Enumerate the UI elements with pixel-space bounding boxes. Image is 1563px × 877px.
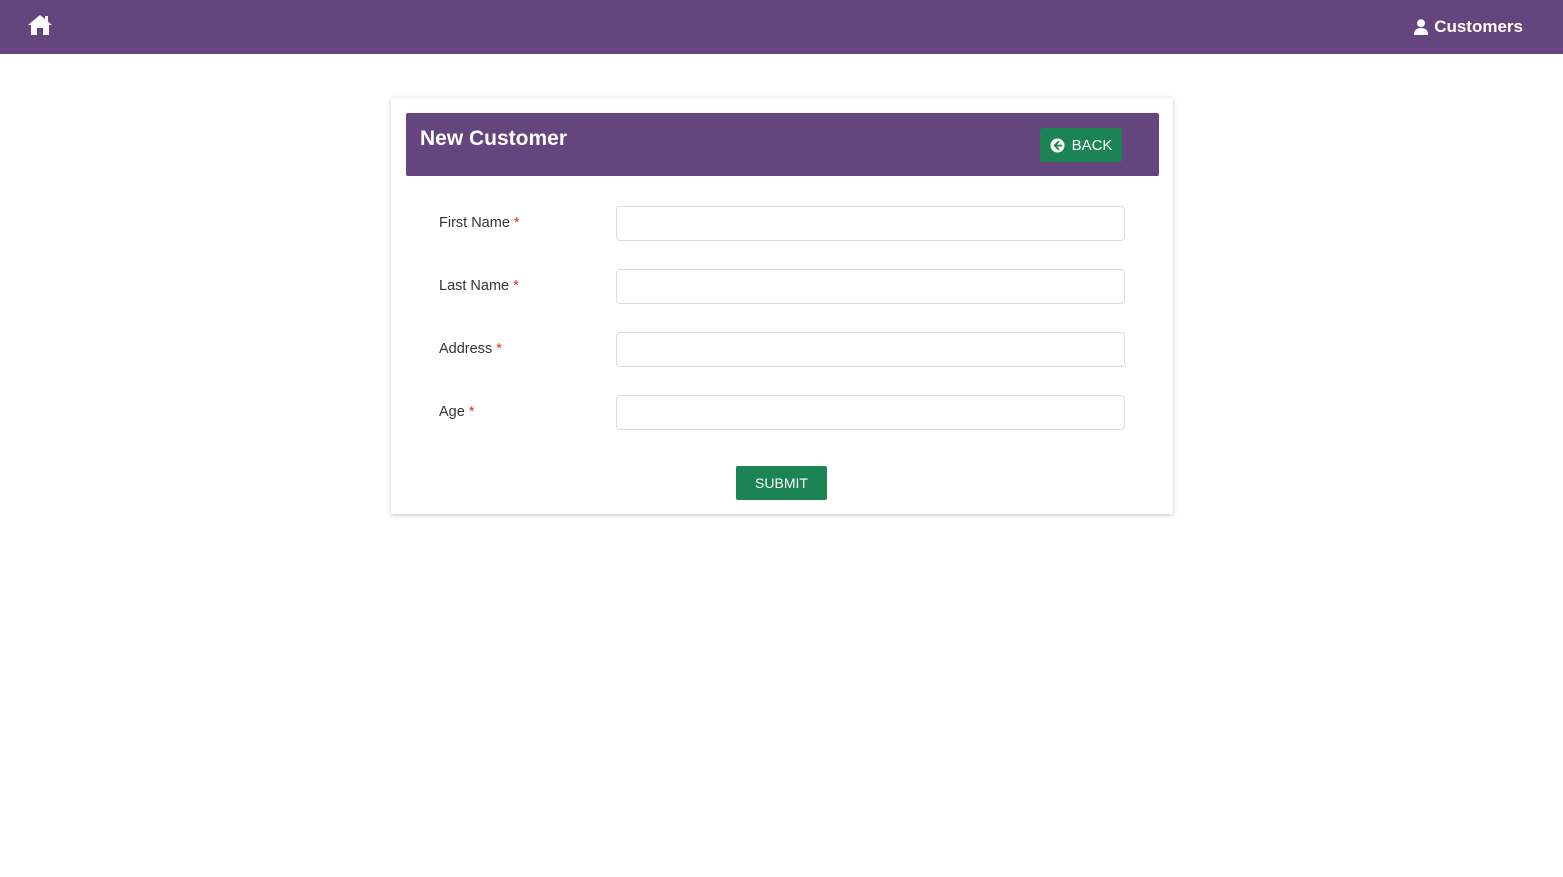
required-indicator: * (513, 215, 520, 231)
new-customer-card: New Customer BACK First Name * Last Name *… (391, 98, 1173, 514)
card-title: New Customer (420, 127, 568, 150)
back-button[interactable]: BACK (1040, 128, 1122, 162)
form-row-age: Age * (439, 395, 1125, 430)
required-indicator: * (513, 278, 519, 294)
address-input[interactable] (616, 332, 1125, 367)
age-label: Age * (439, 404, 474, 420)
form-row-address: Address * (439, 332, 1125, 367)
last-name-label-text: Last Name (439, 278, 510, 294)
home-icon[interactable] (26, 13, 54, 37)
form-row-last-name: Last Name * (439, 269, 1125, 304)
last-name-label: Last Name * (439, 278, 519, 294)
address-label: Address * (439, 341, 502, 357)
required-indicator: * (468, 404, 475, 420)
back-button-label: BACK (1071, 136, 1113, 154)
address-label-text: Address (439, 341, 493, 357)
form-row-first-name: First Name * (439, 206, 1125, 241)
first-name-input[interactable] (616, 206, 1125, 241)
age-label-text: Age (439, 404, 465, 420)
age-input[interactable] (616, 395, 1125, 430)
user-icon (1414, 19, 1429, 35)
arrow-circle-left-icon (1050, 137, 1065, 153)
nav-customers-label: Customers (1434, 17, 1523, 36)
card-header: New Customer BACK (406, 113, 1159, 176)
first-name-label-text: First Name (439, 215, 510, 231)
top-navbar: Customers (0, 0, 1563, 54)
required-indicator: * (496, 341, 502, 357)
last-name-input[interactable] (616, 269, 1125, 304)
nav-customers-link[interactable]: Customers (1414, 16, 1523, 38)
first-name-label: First Name * (439, 215, 520, 231)
submit-button[interactable]: SUBMIT (736, 466, 827, 500)
